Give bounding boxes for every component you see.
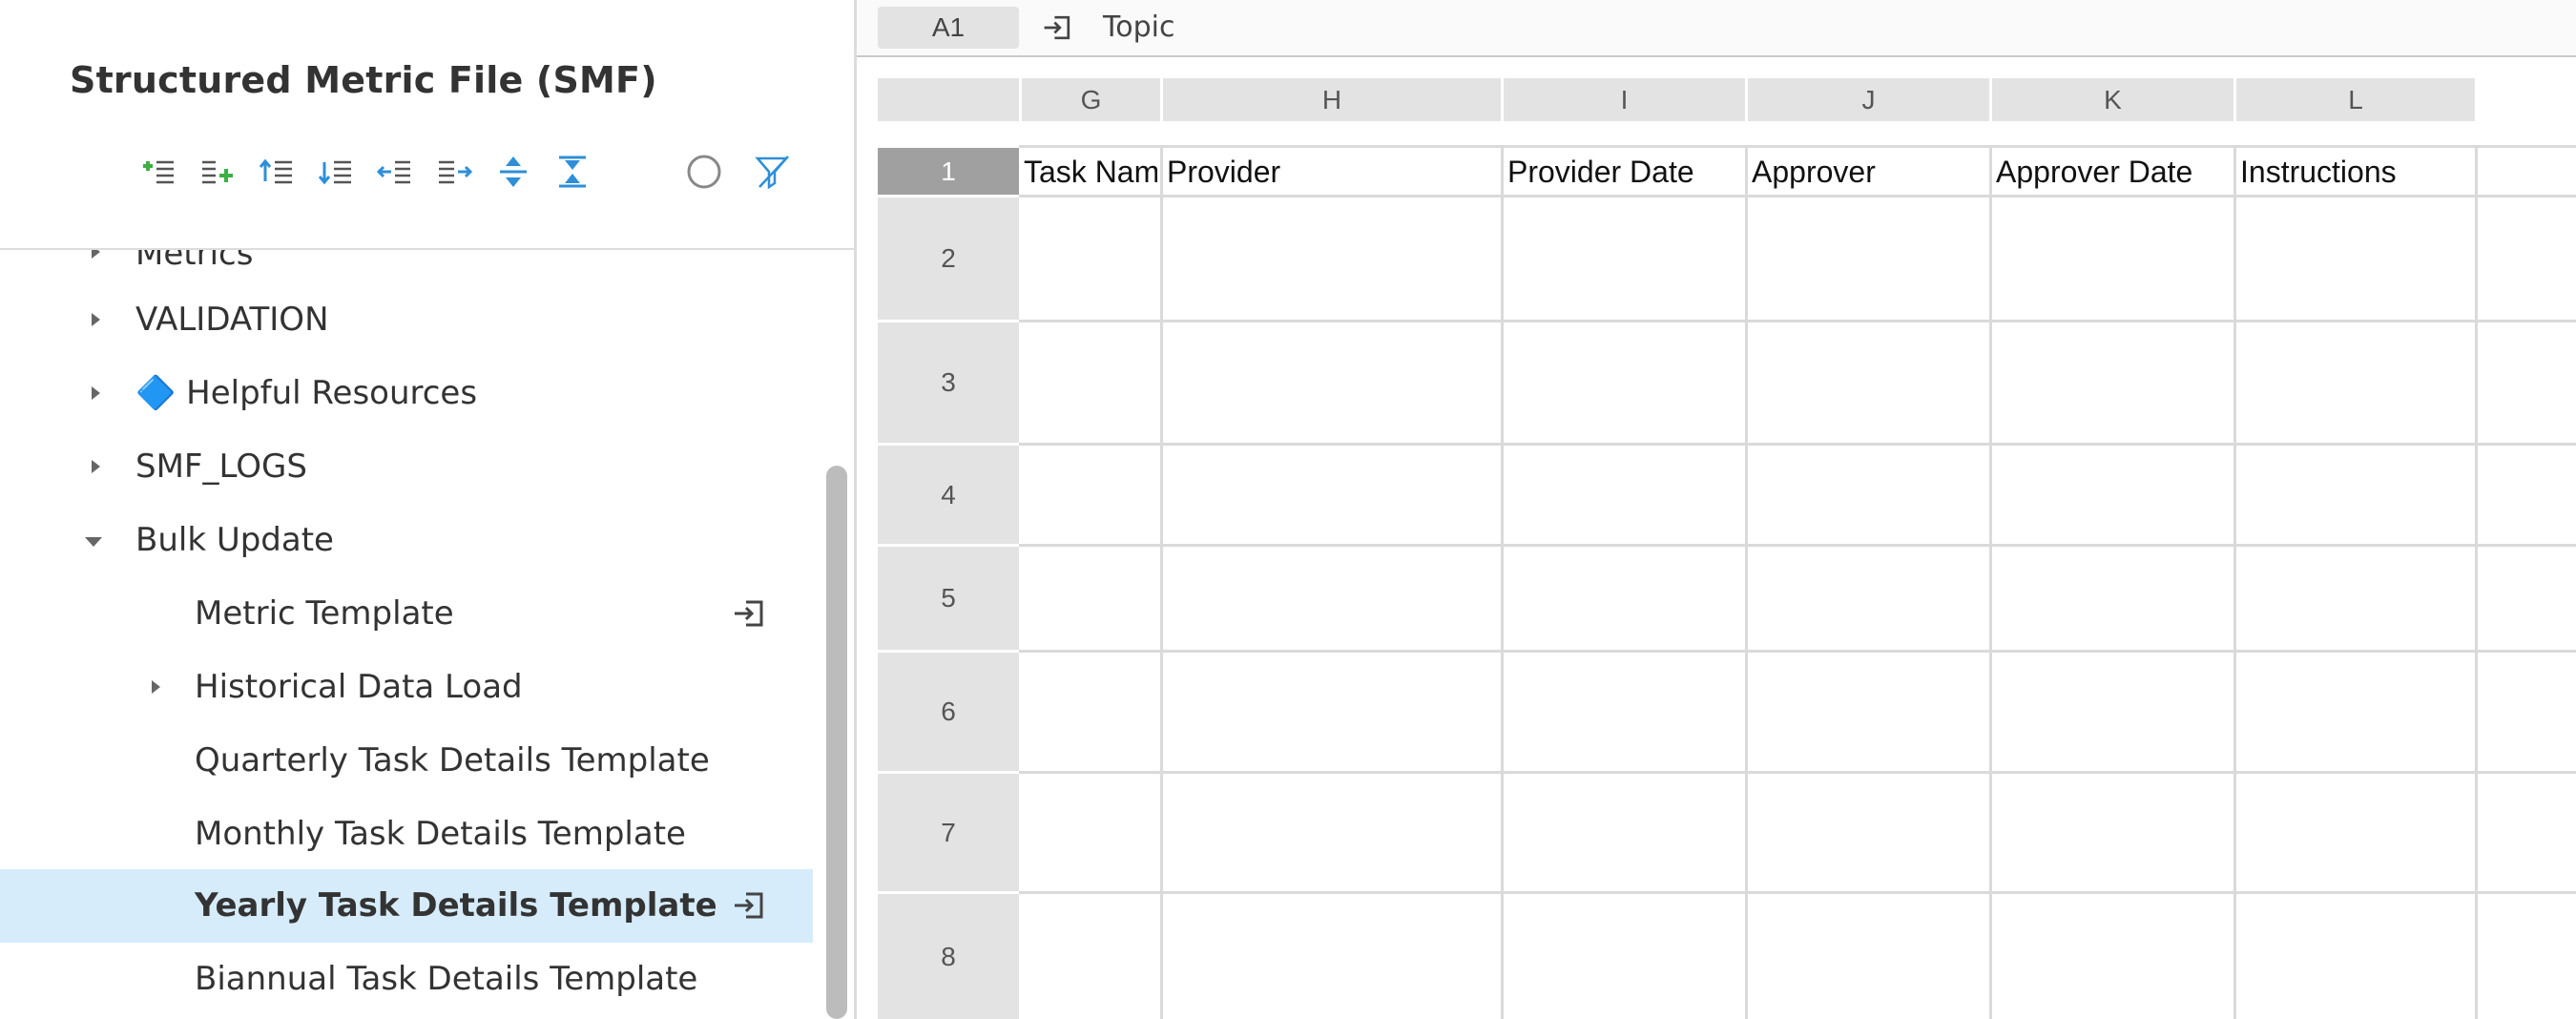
grid-line (1019, 544, 2576, 547)
grid-line (1019, 650, 2576, 653)
collapse-all-icon[interactable] (553, 153, 592, 191)
expand-all-icon[interactable] (494, 153, 532, 191)
topic-label: Topic (1103, 10, 1175, 44)
cell-h1[interactable]: Provider (1167, 148, 1498, 196)
column-header-g[interactable]: G (1022, 78, 1160, 121)
row-header-4[interactable]: 4 (878, 446, 1019, 544)
row-header-5[interactable]: 5 (878, 547, 1019, 650)
row-header-3[interactable]: 3 (878, 322, 1019, 443)
tree-item-label: Metric Template (195, 594, 454, 633)
cell-j1[interactable]: Approver (1752, 148, 1986, 196)
insert-below-icon[interactable] (317, 153, 355, 191)
cell-g1[interactable]: Task Name (1024, 148, 1157, 196)
column-header-k[interactable]: K (1992, 78, 2233, 121)
tree-item-validation[interactable]: VALIDATION (0, 283, 813, 357)
cell-i1[interactable]: Provider Date (1507, 148, 1742, 196)
outdent-icon[interactable] (376, 153, 414, 191)
tree-item-quarterly-task-details[interactable]: Quarterly Task Details Template (0, 724, 813, 798)
add-sibling-icon[interactable] (198, 153, 237, 191)
row-header-6[interactable]: 6 (878, 653, 1019, 771)
tree-item-metric-template[interactable]: Metric Template (0, 577, 813, 651)
cell-reference[interactable]: A1 (878, 7, 1019, 49)
grid-line (1019, 320, 2576, 322)
column-header-i[interactable]: I (1504, 78, 1745, 121)
column-header-h[interactable]: H (1163, 78, 1501, 121)
tree-item-label: SMF_LOGS (135, 447, 307, 486)
tree-item-label: Quarterly Task Details Template (195, 741, 710, 780)
tree-item-label: VALIDATION (135, 301, 329, 339)
panel-header: Structured Metric File (SMF) (0, 0, 854, 250)
tree-item-smf-logs[interactable]: SMF_LOGS (0, 430, 813, 504)
open-sheet-icon[interactable] (731, 886, 769, 925)
caret-right-icon[interactable] (86, 457, 105, 476)
topic-link-icon[interactable] (1041, 10, 1075, 45)
grid-line (1019, 891, 2576, 894)
insert-above-icon[interactable] (258, 153, 296, 191)
caret-right-icon[interactable] (86, 250, 105, 261)
caret-right-icon[interactable] (146, 677, 165, 697)
add-child-icon[interactable] (139, 153, 177, 191)
grid-line (1501, 145, 1504, 1019)
indent-icon[interactable] (435, 153, 473, 191)
name-bar: A1 Topic (857, 0, 2576, 57)
row-header-8[interactable]: 8 (878, 894, 1019, 1019)
grid-line (1160, 145, 1163, 1019)
row-header-7[interactable]: 7 (878, 774, 1019, 891)
tree-item-label: Metrics (135, 250, 254, 273)
open-sheet-icon[interactable] (731, 594, 769, 633)
tree-item-yearly-task-details[interactable]: Yearly Task Details Template (0, 869, 813, 943)
tree-item-label: Bulk Update (135, 521, 334, 559)
grid-line (1745, 145, 1748, 1019)
filter-off-icon[interactable] (754, 153, 792, 191)
select-all-corner[interactable] (878, 78, 1019, 121)
grid-line (1019, 771, 2576, 774)
grid-line (1989, 145, 1992, 1019)
column-header-j[interactable]: J (1748, 78, 1989, 121)
caret-right-icon[interactable] (86, 384, 105, 403)
spreadsheet: A1 Topic G H I J K L 1 2 3 4 5 6 7 8 Tas… (857, 0, 2576, 1019)
cell-l1[interactable]: Instructions (2240, 148, 2472, 196)
row-header-2[interactable]: 2 (878, 198, 1019, 320)
tree-scrollbar[interactable] (826, 466, 847, 1019)
cell-k1[interactable]: Approver Date (1996, 148, 2231, 196)
tree-item-monthly-task-details[interactable]: Monthly Task Details Template (0, 798, 813, 871)
tree-item-helpful-resources[interactable]: 🔷 Helpful Resources (0, 357, 813, 430)
tree-item-label: Yearly Task Details Template (195, 886, 717, 925)
tree-item-historical-data-load[interactable]: Historical Data Load (0, 651, 813, 724)
grid-line (2233, 145, 2236, 1019)
caret-down-icon[interactable] (84, 532, 103, 551)
left-panel: Structured Metric File (SMF) Metrics VAL… (0, 0, 854, 1019)
tree-item-biannual-task-details[interactable]: Biannual Task Details Template (0, 943, 813, 1016)
tree-view: Metrics VALIDATION 🔷 Helpful Resources S… (0, 250, 854, 1019)
row-header-1[interactable]: 1 (878, 148, 1019, 195)
tree-item-bulk-update[interactable]: Bulk Update (0, 504, 813, 577)
tree-item-label: Monthly Task Details Template (195, 815, 686, 853)
circle-icon[interactable] (685, 153, 723, 191)
panel-title: Structured Metric File (SMF) (70, 59, 657, 101)
tree-item-label: 🔷 Helpful Resources (135, 374, 478, 412)
tree-item-label: Historical Data Load (195, 668, 523, 706)
column-header-l[interactable]: L (2236, 78, 2475, 121)
caret-right-icon[interactable] (86, 310, 105, 329)
grid-line (2475, 145, 2478, 1019)
tree-item-label: Biannual Task Details Template (195, 960, 698, 998)
grid-line (1019, 443, 2576, 446)
